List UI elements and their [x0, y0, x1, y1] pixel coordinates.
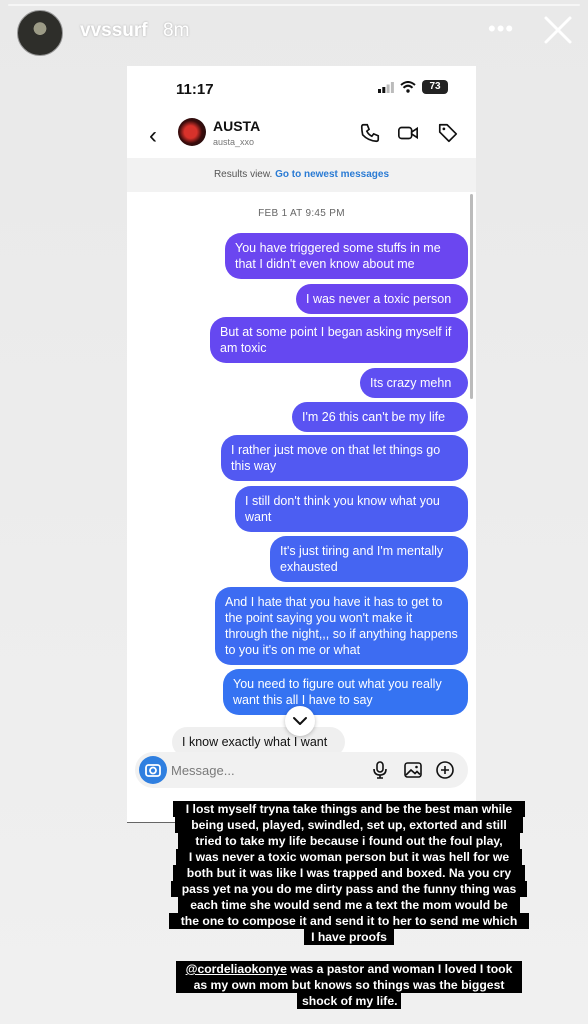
- story-caption-line: pass yet na you do me dirty pass and the…: [171, 881, 527, 897]
- message-composer: [135, 752, 468, 788]
- battery-indicator: 73: [422, 80, 448, 94]
- status-clock: 11:17: [176, 81, 214, 98]
- mention-link[interactable]: @cordeliaokonye: [186, 962, 287, 976]
- scroll-to-bottom-button[interactable]: [285, 706, 315, 736]
- story-avatar[interactable]: [17, 10, 63, 56]
- go-to-newest-link[interactable]: Go to newest messages: [275, 169, 389, 180]
- story-caption-line: as my own mom but knows so things was th…: [176, 977, 522, 993]
- sent-message[interactable]: I still don't think you know what you wa…: [235, 486, 468, 532]
- back-arrow-icon[interactable]: ‹: [149, 122, 157, 150]
- signal-icon: [378, 81, 394, 93]
- story-time-ago: 8m: [163, 20, 190, 41]
- chat-screenshot: 11:17 73 ‹ AUSTA austa_xxo Results view.…: [127, 66, 476, 822]
- chat-scrollbar[interactable]: [470, 194, 473, 399]
- results-view-banner: Results view. Go to newest messages: [127, 158, 476, 192]
- camera-icon: [145, 764, 161, 777]
- story-caption-line: tried to take my life because i found ou…: [178, 833, 520, 849]
- sent-message[interactable]: I was never a toxic person: [296, 284, 468, 314]
- story-caption-line: being used, played, swindled, set up, ex…: [175, 817, 523, 833]
- date-separator: FEB 1 AT 9:45 PM: [258, 208, 345, 219]
- divider: [127, 822, 175, 823]
- story-caption-line: I lost myself tryna take things and be t…: [173, 801, 525, 817]
- status-icons: 73: [378, 80, 448, 94]
- sent-message[interactable]: Its crazy mehn: [360, 368, 468, 398]
- camera-button[interactable]: [139, 756, 167, 784]
- story-caption-line: the one to compose it and send it to her…: [169, 913, 529, 929]
- story-caption-line: shock of my life.: [297, 993, 401, 1009]
- story-caption-line: @cordeliaokonye was a pastor and woman I…: [176, 961, 522, 977]
- tag-icon[interactable]: [437, 122, 459, 144]
- caption-text: was a pastor and woman I loved I took: [286, 962, 513, 976]
- sent-message[interactable]: But at some point I began asking myself …: [210, 317, 468, 363]
- story-caption-line: I have proofs: [304, 929, 394, 945]
- story-header: vvssurf 8m •••: [0, 8, 588, 56]
- gallery-icon[interactable]: [403, 760, 423, 780]
- chevron-down-icon: [293, 717, 307, 725]
- close-icon[interactable]: [540, 12, 576, 48]
- more-options-icon[interactable]: •••: [488, 16, 514, 42]
- story-progress-bar: [8, 4, 580, 6]
- sent-message[interactable]: And I hate that you have it has to get t…: [215, 587, 468, 665]
- sent-message[interactable]: It's just tiring and I'm mentally exhaus…: [270, 536, 468, 582]
- sent-message[interactable]: I'm 26 this can't be my life: [292, 402, 468, 432]
- microphone-icon[interactable]: [370, 760, 390, 780]
- sent-message[interactable]: You have triggered some stuffs in me tha…: [225, 233, 468, 279]
- wifi-icon: [400, 81, 416, 93]
- story-username[interactable]: vvssurf: [80, 20, 148, 42]
- contact-avatar[interactable]: [178, 118, 206, 146]
- sent-message[interactable]: I rather just move on that let things go…: [221, 435, 468, 481]
- chat-header: ‹ AUSTA austa_xxo: [127, 112, 476, 158]
- status-bar: 11:17 73: [127, 66, 476, 112]
- video-call-icon[interactable]: [397, 122, 419, 144]
- contact-name[interactable]: AUSTA: [213, 118, 260, 134]
- results-view-label: Results view.: [213, 169, 273, 180]
- sent-message[interactable]: You need to figure out what you really w…: [223, 669, 468, 715]
- story-caption-line: I was never a toxic woman person but it …: [176, 849, 522, 865]
- message-input[interactable]: [171, 760, 321, 780]
- phone-call-icon[interactable]: [359, 122, 381, 144]
- add-icon[interactable]: [435, 760, 455, 780]
- story-caption-line: both but it was like I was trapped and b…: [173, 865, 525, 881]
- story-caption-line: each time she would send me a text the m…: [178, 897, 520, 913]
- contact-handle: austa_xxo: [213, 137, 255, 147]
